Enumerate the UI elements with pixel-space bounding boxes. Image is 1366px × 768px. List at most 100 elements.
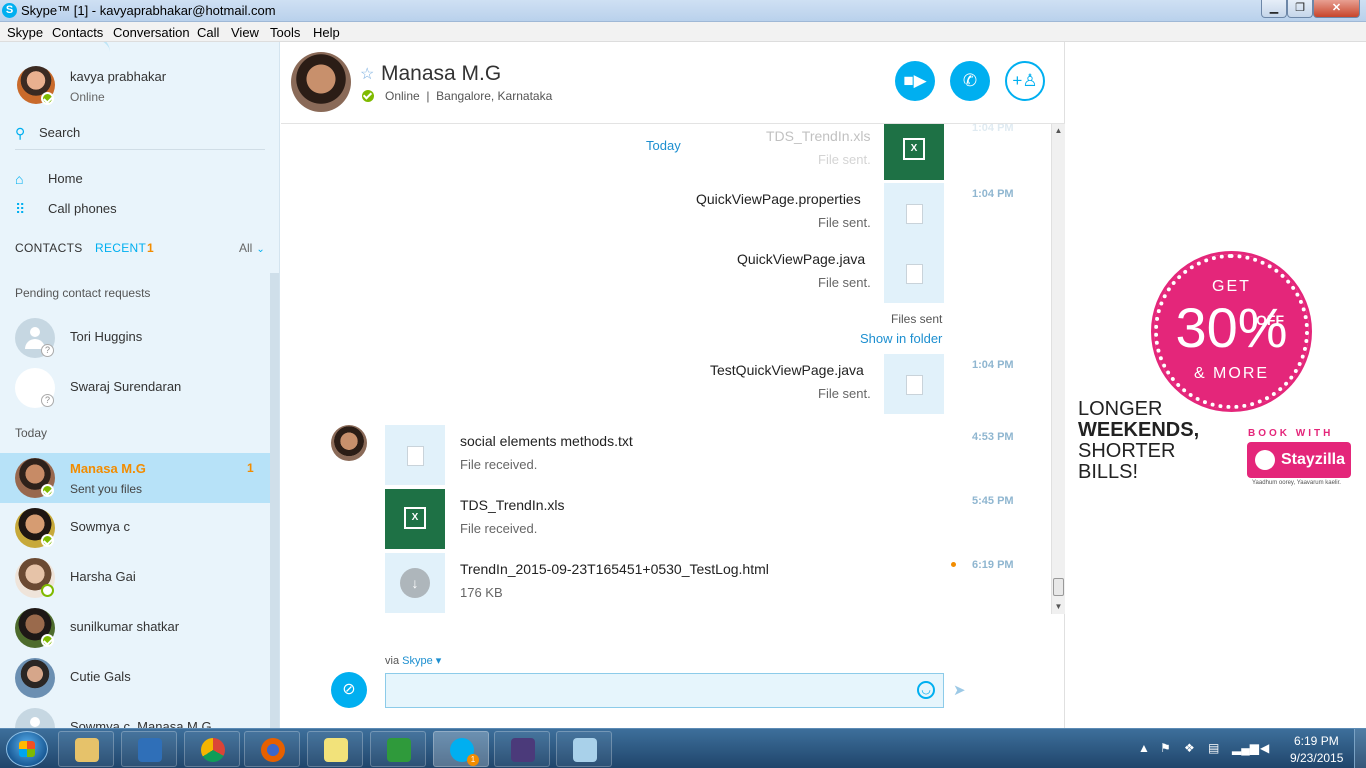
conversation-pane: ☆ Manasa M.G Online | Bangalore, Karnata…: [281, 42, 1065, 728]
my-name[interactable]: kavya prabhakar: [70, 69, 166, 84]
search-box[interactable]: ⚲ Search: [15, 124, 265, 150]
download-arrow-icon: ↓: [400, 568, 430, 598]
close-button[interactable]: ✕: [1313, 0, 1360, 18]
scrollbar-thumb[interactable]: [1053, 578, 1064, 596]
file-thumbnail[interactable]: [884, 243, 944, 303]
media-player-icon: [138, 738, 162, 762]
nav-home[interactable]: ⌂ Home: [15, 171, 215, 189]
recent-item[interactable]: Cutie Gals: [0, 653, 270, 703]
emoticon-icon[interactable]: ◡: [917, 681, 935, 699]
file-thumbnail[interactable]: [385, 425, 445, 485]
menu-tools[interactable]: Tools: [270, 25, 300, 40]
recent-item[interactable]: Sowmya c: [0, 503, 270, 553]
volume-icon[interactable]: ◀: [1260, 741, 1269, 755]
recent-item[interactable]: Sowmya c, Manasa M.G: [0, 703, 270, 728]
dropbox-icon[interactable]: ❖: [1184, 741, 1195, 755]
taskbar-green-app[interactable]: [370, 731, 426, 767]
my-status[interactable]: Online: [70, 90, 105, 104]
clock-time[interactable]: 6:19 PM: [1294, 734, 1339, 748]
tab-contacts[interactable]: CONTACTS: [15, 241, 83, 255]
paperclip-icon: ⊘: [342, 681, 356, 698]
maximize-button[interactable]: ❐: [1287, 0, 1313, 18]
status-separator: |: [423, 89, 433, 103]
taskbar-firefox[interactable]: [244, 731, 300, 767]
pending-contact-item[interactable]: ? Swaraj Surendaran: [0, 363, 270, 413]
flag-icon[interactable]: ⚑: [1160, 741, 1171, 755]
send-via-selector[interactable]: via Skype ▾: [385, 654, 441, 667]
excel-file-thumbnail[interactable]: X: [884, 124, 944, 180]
message-time: 5:45 PM: [972, 495, 1014, 507]
taskbar-java-ide[interactable]: [494, 731, 550, 767]
recent-item[interactable]: sunilkumar shatkar: [0, 603, 270, 653]
contact-list-scrollbar[interactable]: [270, 273, 279, 728]
file-name[interactable]: TDS_TrendIn.xls: [766, 128, 871, 144]
file-name[interactable]: TDS_TrendIn.xls: [460, 497, 565, 513]
tray-expand-icon[interactable]: ▲: [1138, 741, 1150, 755]
recent-filter-dropdown[interactable]: All ⌄: [239, 241, 265, 255]
nav-call-phones[interactable]: ⠿ Call phones: [15, 201, 215, 219]
device-icon[interactable]: ▤: [1208, 741, 1219, 755]
menu-call[interactable]: Call: [197, 25, 219, 40]
scroll-down-icon[interactable]: ▼: [1052, 600, 1065, 614]
chevron-down-icon: ⌄: [256, 244, 265, 255]
history-scrollbar[interactable]: ▲ ▼: [1051, 124, 1065, 614]
scroll-up-icon[interactable]: ▲: [1052, 124, 1065, 138]
tab-recent[interactable]: RECENT: [95, 241, 146, 255]
window-titlebar: S Skype™ [1] - kavyaprabhakar@hotmail.co…: [0, 0, 1366, 22]
taskbar-chrome[interactable]: [184, 731, 240, 767]
peer-avatar[interactable]: [291, 52, 351, 112]
show-desktop-button[interactable]: [1354, 729, 1366, 768]
recent-item-selected[interactable]: Manasa M.G Sent you files 1: [0, 453, 270, 503]
skype-logo-icon: S: [2, 3, 17, 18]
chrome-icon: [201, 738, 225, 762]
file-name[interactable]: QuickViewPage.java: [737, 251, 865, 267]
file-name[interactable]: TrendIn_2015-09-23T165451+0530_TestLog.h…: [460, 561, 769, 577]
taskbar-skype[interactable]: 1: [433, 731, 489, 767]
message-input[interactable]: [385, 673, 944, 708]
menu-skype[interactable]: Skype: [7, 25, 43, 40]
menu-help[interactable]: Help: [313, 25, 340, 40]
excel-file-thumbnail[interactable]: X: [385, 489, 445, 549]
add-people-button[interactable]: +♙: [1005, 61, 1045, 101]
search-icon: ⚲: [15, 125, 26, 141]
message-time: 4:53 PM: [972, 431, 1014, 443]
advertisement[interactable]: GET 30% OFF & MORE LONGER WEEKENDS, SHOR…: [1066, 42, 1366, 728]
clock-date[interactable]: 9/23/2015: [1290, 751, 1343, 765]
network-signal-icon[interactable]: ▂▄▆: [1232, 741, 1259, 755]
send-message-icon[interactable]: ➤: [953, 681, 966, 699]
taskbar-sticky-notes[interactable]: [307, 731, 363, 767]
minimize-button[interactable]: ▁: [1261, 0, 1287, 18]
taskbar-explorer[interactable]: [58, 731, 114, 767]
file-thumbnail[interactable]: [884, 354, 944, 414]
peer-name[interactable]: Manasa M.G: [381, 62, 501, 86]
file-name[interactable]: QuickViewPage.properties: [696, 191, 861, 207]
online-status-icon: [41, 634, 54, 647]
via-label: via: [385, 655, 400, 667]
file-name[interactable]: TestQuickViewPage.java: [710, 362, 864, 378]
taskbar-notepad[interactable]: [556, 731, 612, 767]
start-button[interactable]: [6, 731, 48, 767]
chevron-down-icon: ▾: [435, 655, 442, 667]
video-call-button[interactable]: ■▶: [895, 61, 935, 101]
menu-view[interactable]: View: [231, 25, 259, 40]
pending-contact-item[interactable]: ? Tori Huggins: [0, 313, 270, 363]
file-thumbnail[interactable]: [884, 183, 944, 243]
taskbar-media-player[interactable]: [121, 731, 177, 767]
show-in-folder-link[interactable]: Show in folder: [860, 331, 942, 346]
nav-home-label: Home: [48, 171, 83, 186]
download-file-button[interactable]: ↓: [385, 553, 445, 613]
sender-avatar[interactable]: [331, 425, 367, 461]
excel-icon: X: [903, 138, 925, 160]
file-name[interactable]: social elements methods.txt: [460, 433, 633, 449]
recent-unread-count: 1: [147, 241, 154, 255]
green-s-app-icon: [387, 738, 411, 762]
ad-more-text: & MORE: [1193, 365, 1270, 382]
voice-call-button[interactable]: ✆: [950, 61, 990, 101]
menu-conversation[interactable]: Conversation: [113, 25, 190, 40]
group-avatar-icon: [15, 708, 55, 728]
recent-item[interactable]: Harsha Gai: [0, 553, 270, 603]
star-favorite-icon[interactable]: ☆: [360, 64, 374, 84]
menu-contacts[interactable]: Contacts: [52, 25, 103, 40]
attach-file-button[interactable]: ⊘: [331, 672, 367, 708]
menu-bar: Skype Contacts Conversation Call View To…: [0, 22, 1366, 42]
